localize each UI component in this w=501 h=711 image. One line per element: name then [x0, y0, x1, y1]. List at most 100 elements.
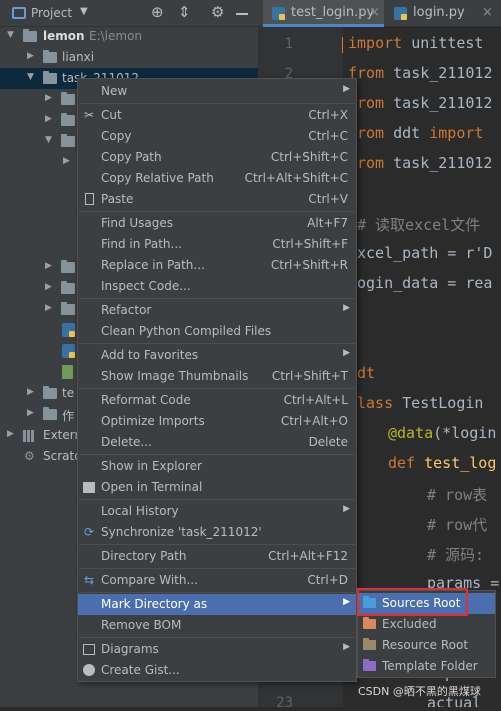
python-file-icon [62, 344, 75, 358]
folder-icon [61, 281, 75, 294]
menu-item-find-usages[interactable]: Find Usages Alt+F7 [78, 213, 356, 234]
chevron-right-icon[interactable]: ▶ [63, 156, 70, 166]
github-icon [82, 663, 96, 677]
line-number: 1 [284, 36, 293, 52]
collapse-icon[interactable]: ⇕ [178, 3, 191, 21]
code-line: import unittest [348, 34, 484, 52]
menu-item-remove-bom[interactable]: Remove BOM [78, 615, 356, 636]
submenu-arrow-icon: ▶ [343, 504, 350, 514]
code-line: # 源码: [427, 546, 485, 564]
code-line: lass TestLogin [357, 394, 484, 412]
close-icon[interactable]: × [369, 5, 380, 20]
chevron-down-icon[interactable]: ▼ [45, 135, 52, 145]
menu-item-local-history[interactable]: Local History ▶ [78, 501, 356, 522]
menu-item-show-thumbnails[interactable]: Show Image Thumbnails Ctrl+Shift+T [78, 366, 356, 387]
chevron-right-icon[interactable]: ▶ [45, 114, 52, 124]
menu-item-refactor[interactable]: Refactor ▶ [78, 300, 356, 321]
minimize-icon[interactable] [236, 13, 248, 15]
folder-icon [43, 386, 57, 399]
highlight-box [357, 588, 468, 616]
tab-test-login[interactable]: test_login.py × [263, 0, 384, 27]
project-view-icon[interactable] [12, 7, 26, 19]
submenu-arrow-icon: ▶ [343, 303, 350, 313]
menu-item-diagrams[interactable]: Diagrams ▶ [78, 639, 356, 660]
menu-item-find-in-path[interactable]: Find in Path... Ctrl+Shift+F [78, 234, 356, 255]
menu-separator [79, 592, 355, 593]
gear-icon[interactable]: ⚙ [211, 3, 224, 21]
watermark: CSDN @晒不黑的黑煤球 [358, 685, 481, 698]
menu-item-create-gist[interactable]: Create Gist... [78, 660, 356, 681]
project-header: Project ▼ ⊕ ⇕ ⚙ [0, 0, 258, 27]
folder-icon [43, 407, 57, 420]
close-icon[interactable]: × [482, 5, 493, 20]
folder-icon [61, 134, 75, 147]
submenu-arrow-icon: ▶ [343, 348, 350, 358]
chevron-down-icon[interactable]: ▼ [80, 6, 88, 17]
menu-item-copy[interactable]: Copy Ctrl+C [78, 126, 356, 147]
menu-separator [79, 637, 355, 638]
python-file-icon [394, 7, 407, 20]
menu-item-optimize-imports[interactable]: Optimize Imports Ctrl+Alt+O [78, 411, 356, 432]
submenu-arrow-icon: ▶ [343, 597, 350, 607]
spreadsheet-file-icon [62, 365, 73, 379]
menu-item-directory-path[interactable]: Directory Path Ctrl+Alt+F12 [78, 546, 356, 567]
folder-icon [23, 29, 37, 42]
folder-icon [43, 71, 57, 84]
code-line: from task_211012 [348, 64, 493, 82]
folder-icon [61, 260, 75, 273]
tree-label: lianxi [62, 50, 95, 64]
menu-item-copy-relative-path[interactable]: Copy Relative Path Ctrl+Alt+Shift+C [78, 168, 356, 189]
tab-login[interactable]: login.py × [385, 0, 501, 27]
menu-separator [79, 454, 355, 455]
chevron-down-icon[interactable]: ▼ [27, 72, 34, 82]
chevron-right-icon[interactable]: ▶ [45, 303, 52, 313]
folder-icon [61, 302, 75, 315]
menu-item-clean-python[interactable]: Clean Python Compiled Files [78, 321, 356, 342]
menu-item-show-explorer[interactable]: Show in Explorer [78, 456, 356, 477]
menu-item-compare-with[interactable]: ⇆ Compare With... Ctrl+D [78, 570, 356, 591]
sync-icon: ⟳ [83, 525, 95, 539]
submenu-arrow-icon: ▶ [343, 642, 350, 652]
code-line: def test_log [388, 454, 497, 472]
menu-item-reformat[interactable]: Reformat Code Ctrl+Alt+L [78, 390, 356, 411]
menu-separator [79, 568, 355, 569]
line-number: 23 [276, 695, 293, 711]
tree-item-lianxi[interactable]: ▶ lianxi [0, 47, 258, 68]
menu-item-new[interactable]: New ▶ [78, 81, 356, 102]
menu-item-inspect-code[interactable]: Inspect Code... [78, 276, 356, 297]
submenu-item-resource-root[interactable]: Resource Root [358, 635, 495, 656]
chevron-right-icon[interactable]: ▶ [45, 282, 52, 292]
menu-separator [79, 298, 355, 299]
chevron-right-icon[interactable]: ▶ [45, 261, 52, 271]
code-line: # 读取excel文件 [357, 216, 481, 234]
menu-item-paste[interactable]: Paste Ctrl+V [78, 189, 356, 210]
chevron-right-icon[interactable]: ▶ [27, 387, 34, 397]
project-title[interactable]: Project [31, 6, 72, 20]
folder-icon [363, 659, 376, 671]
tree-label: lemon [43, 29, 85, 43]
folder-icon [363, 638, 376, 650]
menu-item-copy-path[interactable]: Copy Path Ctrl+Shift+C [78, 147, 356, 168]
tree-label: 作 [62, 409, 75, 423]
locate-icon[interactable]: ⊕ [151, 3, 164, 21]
menu-item-synchronize[interactable]: ⟳ Synchronize 'task_211012' [78, 522, 356, 543]
tree-item-lemon[interactable]: ▼ lemon E:\lemon [0, 26, 258, 47]
submenu-item-template-folder[interactable]: Template Folder [358, 656, 495, 677]
menu-item-open-terminal[interactable]: Open in Terminal [78, 477, 356, 498]
menu-item-delete[interactable]: Delete... Delete [78, 432, 356, 453]
menu-item-mark-directory[interactable]: Mark Directory as ▶ [78, 594, 356, 615]
chevron-down-icon[interactable]: ▼ [7, 30, 14, 40]
menu-item-add-favorites[interactable]: Add to Favorites ▶ [78, 345, 356, 366]
submenu-item-excluded[interactable]: Excluded [358, 614, 495, 635]
chevron-right-icon[interactable]: ▶ [27, 51, 34, 61]
chevron-right-icon[interactable]: ▶ [45, 93, 52, 103]
menu-item-cut[interactable]: ✂ Cut Ctrl+X [78, 105, 356, 126]
folder-icon [43, 50, 57, 63]
menu-separator [79, 544, 355, 545]
chevron-right-icon[interactable]: ▶ [7, 429, 14, 439]
menu-item-replace-in-path[interactable]: Replace in Path... Ctrl+Shift+R [78, 255, 356, 276]
code-line: rom ddt import [357, 124, 484, 142]
folder-icon [61, 113, 75, 126]
tree-label: Scrato [43, 449, 82, 463]
chevron-right-icon[interactable]: ▶ [27, 408, 34, 418]
